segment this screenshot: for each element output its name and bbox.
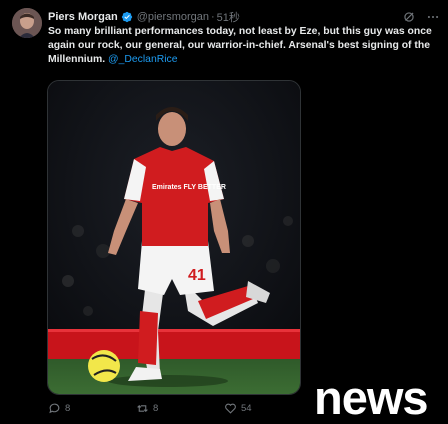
like-icon — [225, 403, 236, 414]
news-watermark: news — [314, 371, 429, 424]
shirt-number: 41 — [188, 267, 206, 284]
reply-button[interactable]: 8 — [48, 402, 70, 415]
author-name[interactable]: Piers Morgan — [48, 11, 118, 23]
tweet-actions: 8 8 54 — [48, 402, 308, 418]
shirt-sponsor: Emirates FLY BETTER — [152, 184, 226, 191]
author-avatar[interactable] — [12, 8, 42, 38]
verified-badge-icon — [121, 11, 132, 23]
mention-link[interactable]: @_DeclanRice — [108, 54, 177, 65]
retweet-count: 8 — [153, 403, 159, 414]
grok-icon[interactable] — [402, 10, 416, 24]
avatar-image — [12, 8, 42, 38]
retweet-button[interactable]: 8 — [136, 402, 158, 415]
like-button[interactable]: 54 — [224, 402, 252, 415]
like-count: 54 — [241, 403, 252, 414]
header-separator: · — [211, 11, 215, 23]
tweet-body: So many brilliant performances today, no… — [48, 26, 432, 65]
player-photo: 41 Emirates FLY BETTER — [48, 81, 300, 394]
reply-count: 8 — [65, 403, 71, 414]
tweet-header: Piers Morgan @piersmorgan · 51秒 — [48, 9, 440, 25]
reply-icon — [49, 403, 60, 414]
more-icon[interactable] — [426, 10, 440, 24]
tweet-timestamp[interactable]: 51秒 — [217, 9, 240, 25]
tweet-media-image[interactable]: 41 Emirates FLY BETTER — [47, 80, 301, 395]
author-handle[interactable]: @piersmorgan — [137, 11, 209, 23]
retweet-icon — [137, 405, 148, 412]
tweet-text: So many brilliant performances today, no… — [48, 25, 440, 67]
